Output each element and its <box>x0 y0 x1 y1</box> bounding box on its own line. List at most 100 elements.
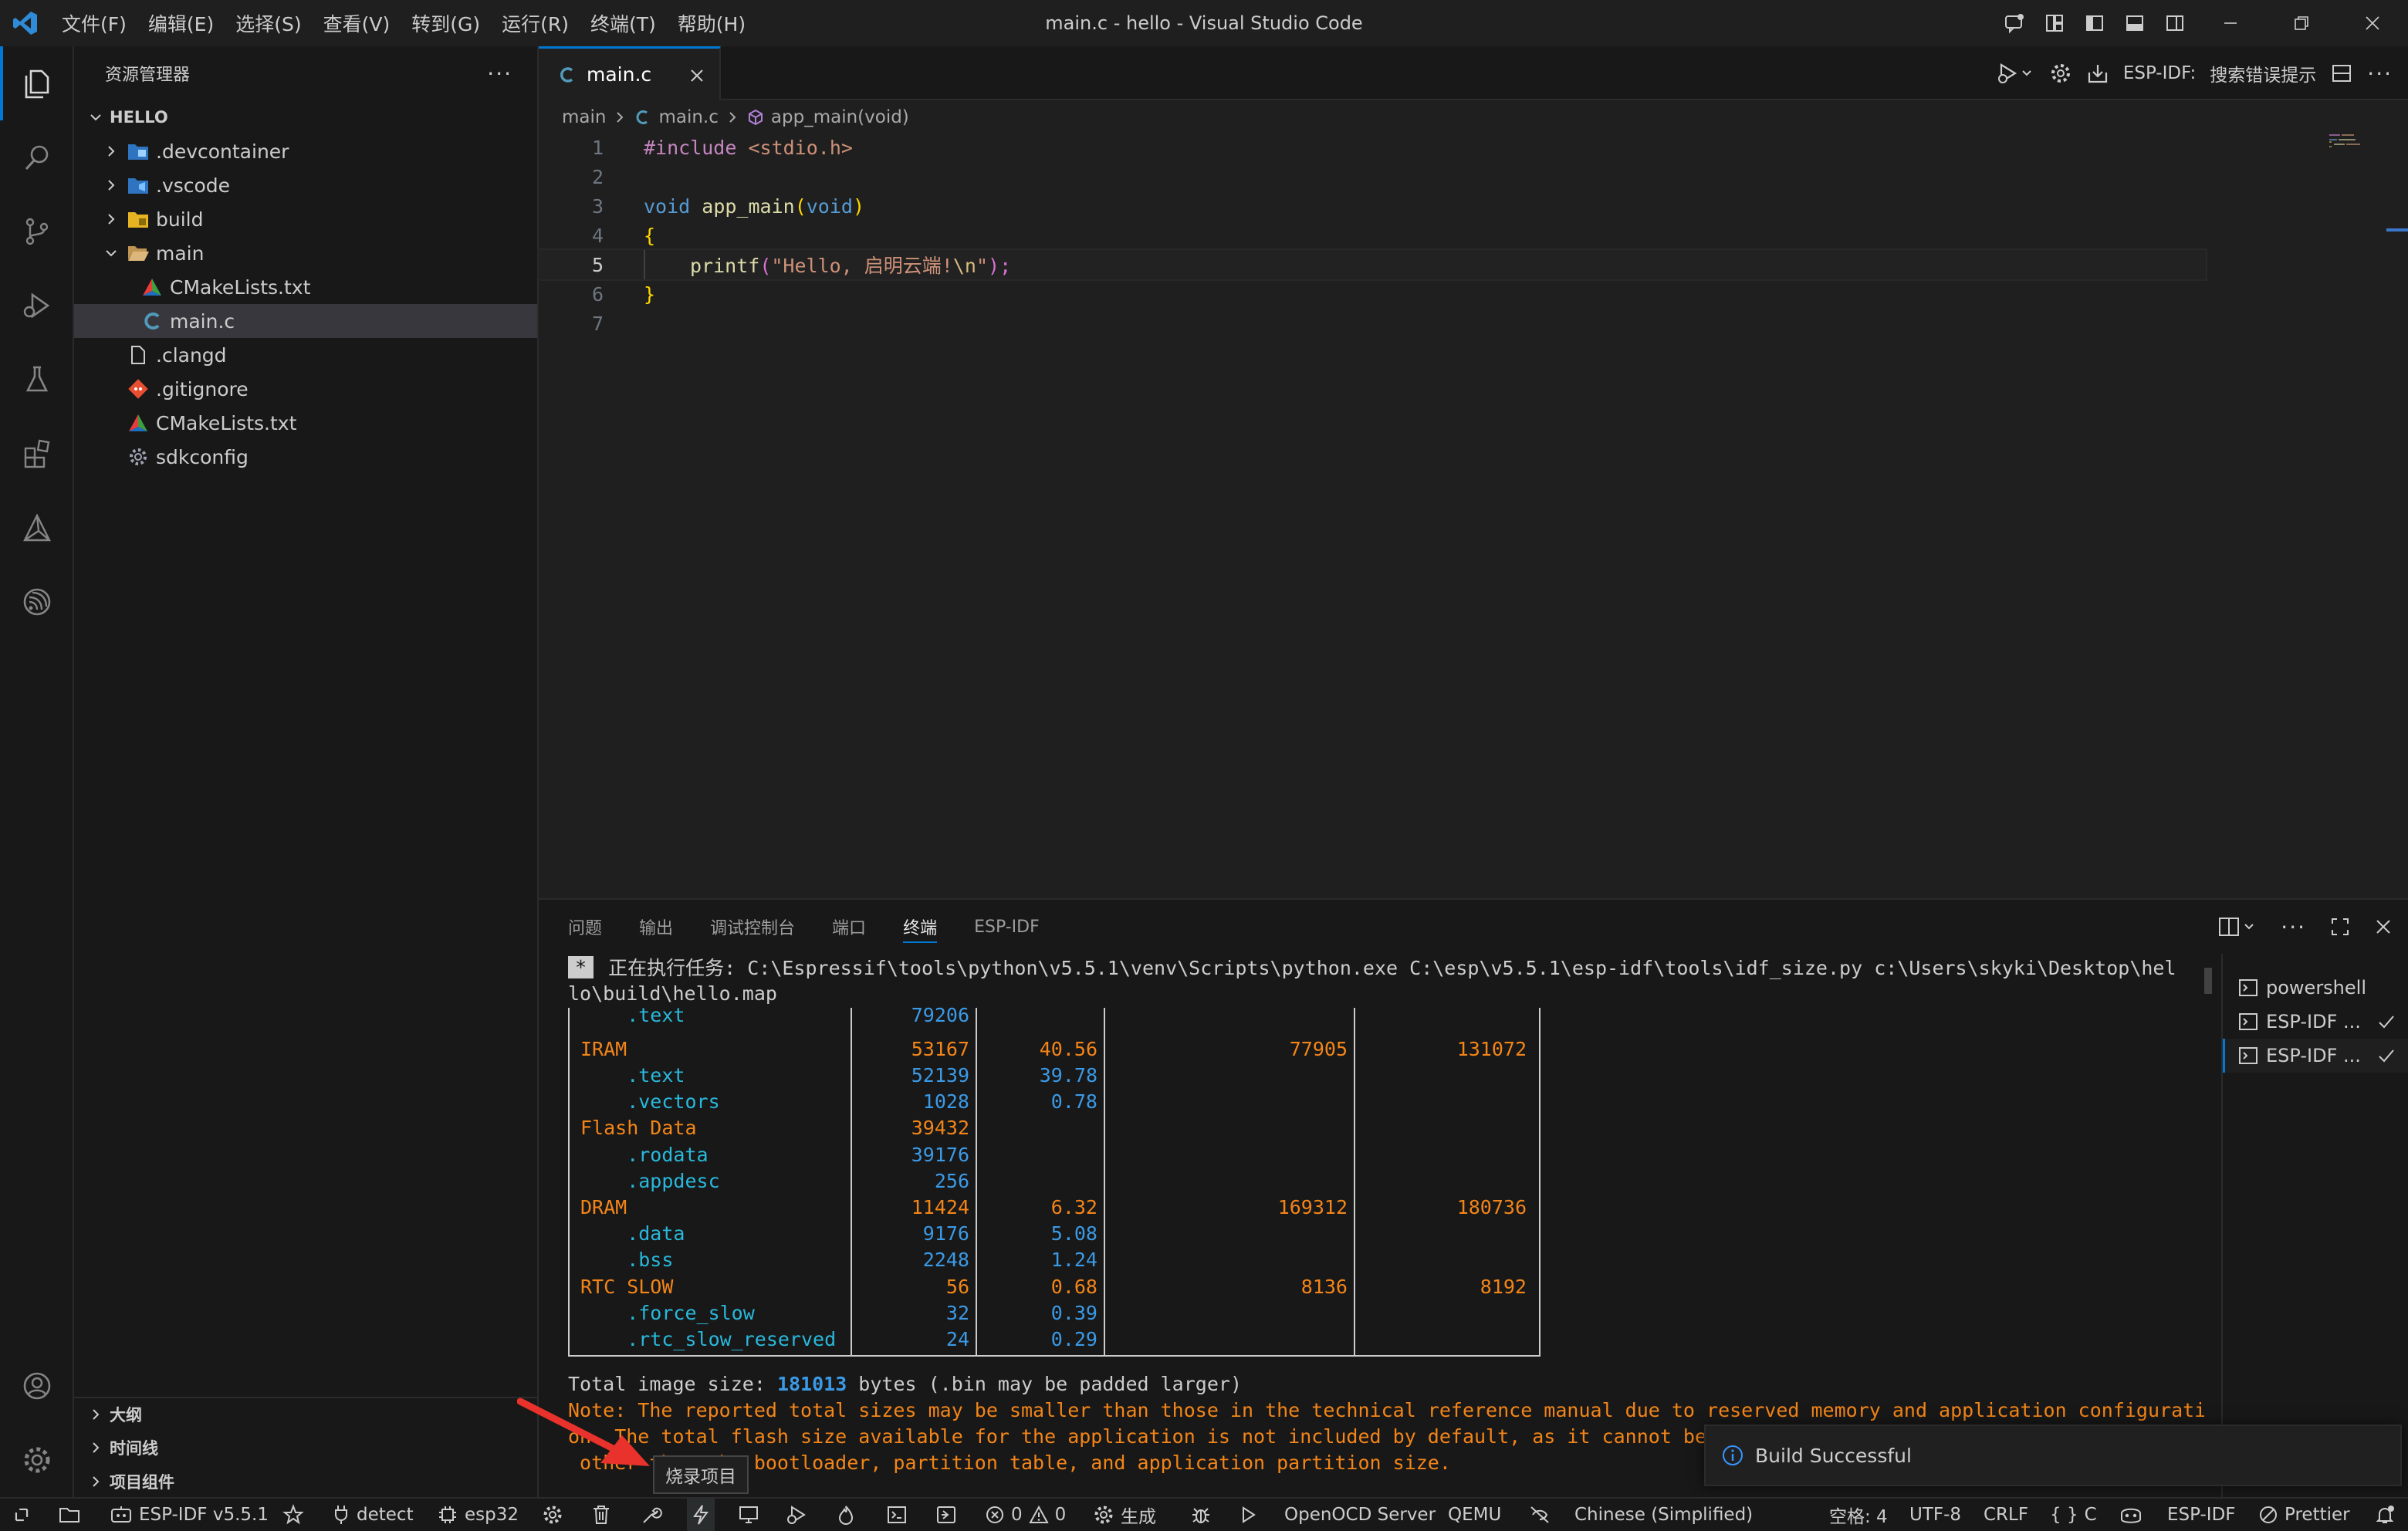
sdk-config-gear-icon[interactable] <box>542 1499 563 1531</box>
toggle-secondary-sidebar-icon[interactable] <box>2155 0 2195 46</box>
close-panel-icon[interactable] <box>2374 918 2393 936</box>
tab-output[interactable]: 输出 <box>639 900 673 954</box>
toggle-panel-icon[interactable] <box>2115 0 2155 46</box>
tab-ports[interactable]: 端口 <box>832 900 866 954</box>
settings-gear-icon[interactable] <box>2049 62 2072 85</box>
encoding-button[interactable]: UTF-8 <box>1909 1499 1961 1531</box>
tree-item-gitignore[interactable]: .gitignore <box>74 372 537 406</box>
tree-item-main-cmakelists[interactable]: CMakeLists.txt <box>74 270 537 304</box>
more-actions-icon[interactable]: ··· <box>487 46 512 100</box>
minimize-button[interactable] <box>2195 0 2266 46</box>
terminal-item-esp-idf-2[interactable]: ESP-IDF ... <box>2223 1039 2408 1073</box>
indentation-button[interactable]: 空格: 4 <box>1829 1499 1888 1531</box>
no-sync-icon[interactable] <box>1528 1499 1551 1531</box>
language-mode-item[interactable]: { } C <box>2050 1499 2097 1531</box>
cmake-activity-icon[interactable] <box>0 491 74 565</box>
menu-help[interactable]: 帮助(H) <box>667 0 756 46</box>
tree-item-clangd[interactable]: .clangd <box>74 338 537 372</box>
target-chip-item[interactable]: esp32 <box>437 1499 519 1531</box>
manage-gear-icon[interactable] <box>0 1423 74 1497</box>
testing-icon[interactable] <box>0 343 74 417</box>
star-icon[interactable] <box>282 1499 304 1531</box>
tree-item-main-folder[interactable]: main <box>74 236 537 270</box>
tree-item-root-cmakelists[interactable]: CMakeLists.txt <box>74 406 537 440</box>
tab-esp-idf[interactable]: ESP-IDF <box>974 900 1040 954</box>
run-debug-icon[interactable] <box>0 269 74 343</box>
breadcrumb-symbol[interactable]: app_main(void) <box>771 107 909 127</box>
tree-item-sdkconfig[interactable]: sdkconfig <box>74 440 537 474</box>
remote-indicator-icon[interactable] <box>11 1499 32 1531</box>
close-icon[interactable] <box>688 49 705 103</box>
toggle-primary-sidebar-icon[interactable] <box>2075 0 2115 46</box>
tab-debug-console[interactable]: 调试控制台 <box>710 900 795 954</box>
execute-action-icon[interactable] <box>935 1499 957 1531</box>
breadcrumb-folder[interactable]: main <box>562 107 606 127</box>
scrollbar-thumb[interactable] <box>2204 968 2212 994</box>
terminal-scrollbar[interactable] <box>2203 968 2214 1500</box>
code-editor[interactable]: 1 #include <stdio.h> 2 3 void app_main(v… <box>537 133 2408 897</box>
account-icon[interactable] <box>0 1349 74 1423</box>
flash-lightning-icon[interactable] <box>687 1499 715 1531</box>
cmake-debug-bug-icon[interactable] <box>1190 1499 1212 1531</box>
tree-item-devcontainer[interactable]: .devcontainer <box>74 134 537 168</box>
folder-icon[interactable] <box>59 1499 80 1531</box>
search-error-hints-button[interactable]: 搜索错误提示 <box>2210 60 2316 86</box>
close-window-button[interactable] <box>2337 0 2408 46</box>
esp-idf-status-button[interactable]: ESP-IDF <box>2167 1499 2236 1531</box>
terminal-item-powershell[interactable]: powershell <box>2223 971 2408 1005</box>
build-wrench-icon[interactable] <box>641 1499 662 1531</box>
timeline-section-header[interactable]: 时间线 <box>74 1431 539 1465</box>
split-editor-icon[interactable] <box>2330 62 2353 85</box>
menu-selection[interactable]: 选择(S) <box>225 0 312 46</box>
menu-view[interactable]: 查看(V) <box>313 0 401 46</box>
menu-terminal[interactable]: 终端(T) <box>580 0 667 46</box>
split-terminal-icon[interactable] <box>2217 915 2258 938</box>
eol-button[interactable]: CRLF <box>1984 1499 2028 1531</box>
esp-idf-version-item[interactable]: ESP-IDF v5.5.1 <box>110 1499 269 1531</box>
workspace-root-header[interactable]: HELLO <box>74 100 537 134</box>
outline-section-header[interactable]: 大纲 <box>74 1397 539 1431</box>
menu-edit[interactable]: 编辑(E) <box>137 0 225 46</box>
tab-problems[interactable]: 问题 <box>568 900 602 954</box>
terminal-item-esp-idf-1[interactable]: ESP-IDF ... <box>2223 1005 2408 1039</box>
run-debug-dropdown-icon[interactable] <box>1997 62 2035 85</box>
espressif-icon[interactable] <box>0 565 74 639</box>
project-components-section-header[interactable]: 项目组件 <box>74 1465 539 1499</box>
search-icon[interactable] <box>0 120 74 194</box>
editor-scrollbar[interactable] <box>2386 133 2408 897</box>
customize-layout-icon[interactable] <box>2034 0 2075 46</box>
maximize-panel-icon[interactable] <box>2329 916 2351 938</box>
breadcrumb-file[interactable]: main.c <box>658 107 718 127</box>
tab-terminal[interactable]: 终端 <box>903 900 938 954</box>
display-language-button[interactable]: Chinese (Simplified) <box>1574 1499 1753 1531</box>
cmake-build-item[interactable]: 生成 <box>1093 1499 1156 1531</box>
notifications-bell-icon[interactable] <box>2374 1499 2396 1531</box>
terminal-output[interactable]: * 正在执行任务: C:\Espressif\tools\python\v5.5… <box>568 954 2204 1499</box>
more-actions-icon[interactable]: ··· <box>2367 61 2393 86</box>
debug-icon[interactable] <box>786 1499 809 1531</box>
copilot-icon[interactable] <box>2118 1499 2144 1531</box>
full-clean-trash-icon[interactable] <box>591 1499 611 1531</box>
menu-file[interactable]: 文件(F) <box>51 0 137 46</box>
tree-item-vscode[interactable]: .vscode <box>74 168 537 202</box>
tree-item-build[interactable]: build <box>74 202 537 236</box>
download-icon[interactable] <box>2086 62 2109 85</box>
restore-button[interactable] <box>2266 0 2337 46</box>
cmake-run-play-icon[interactable] <box>1238 1499 1258 1531</box>
tab-main-c[interactable]: main.c <box>539 46 721 100</box>
copilot-chat-icon[interactable] <box>1994 0 2034 46</box>
more-actions-icon[interactable]: ··· <box>2281 914 2306 940</box>
source-control-icon[interactable] <box>0 194 74 269</box>
problems-item[interactable]: 0 0 <box>985 1499 1066 1531</box>
esp-terminal-icon[interactable] <box>886 1499 908 1531</box>
tree-item-main-c[interactable]: main.c <box>74 304 537 338</box>
minimap[interactable] <box>2206 133 2360 897</box>
build-flash-monitor-flame-icon[interactable] <box>837 1499 855 1531</box>
port-detect-item[interactable]: detect <box>332 1499 414 1531</box>
notification-toast[interactable]: Build Successful <box>1704 1425 2402 1486</box>
prettier-item[interactable]: Prettier <box>2258 1499 2350 1531</box>
explorer-icon[interactable] <box>0 46 74 120</box>
qemu-button[interactable]: QEMU <box>1448 1499 1501 1531</box>
menu-run[interactable]: 运行(R) <box>491 0 580 46</box>
openocd-server-button[interactable]: OpenOCD Server <box>1284 1499 1436 1531</box>
